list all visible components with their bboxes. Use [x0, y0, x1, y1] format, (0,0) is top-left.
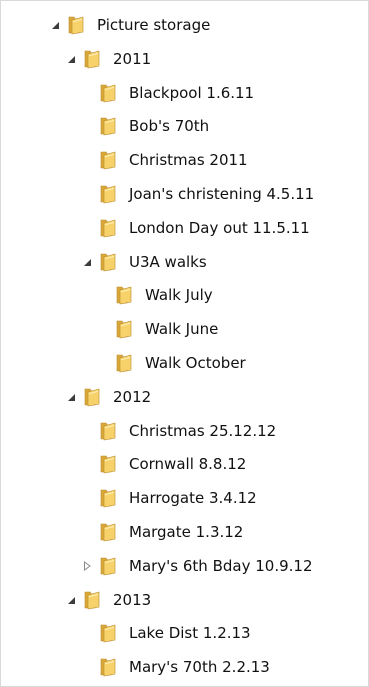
folder-icon — [98, 217, 120, 239]
triangle-down-icon[interactable] — [81, 256, 93, 268]
tree-item[interactable]: Lake Dist 1.2.13 — [81, 618, 251, 648]
folder-icon — [66, 14, 88, 36]
folder-icon — [82, 589, 104, 611]
tree-item-label: Lake Dist 1.2.13 — [129, 624, 251, 643]
folder-icon — [98, 420, 120, 442]
tree-item-label: Mary's 70th 2.2.13 — [129, 658, 270, 677]
toggle-spacer — [97, 357, 109, 369]
toggle-spacer — [81, 492, 93, 504]
tree-item-label: Picture storage — [97, 16, 211, 34]
tree-item[interactable]: London Day out 11.5.11 — [81, 213, 310, 243]
triangle-down-icon[interactable] — [49, 19, 61, 31]
folder-icon — [114, 284, 136, 306]
triangle-down-icon[interactable] — [65, 53, 77, 65]
toggle-spacer — [81, 188, 93, 200]
folder-icon — [98, 251, 120, 273]
folder-icon — [98, 521, 120, 543]
folder-icon — [114, 318, 136, 340]
tree-item-label: Bob's 70th — [129, 117, 210, 136]
tree-item[interactable]: Christmas 2011 — [81, 145, 248, 175]
folder-icon — [98, 82, 120, 104]
toggle-spacer — [81, 458, 93, 470]
folder-icon — [98, 656, 120, 678]
tree-item[interactable]: 2011 — [65, 44, 151, 74]
tree-item-label: Mary's 6th Bday 10.9.12 — [129, 556, 313, 575]
tree-item-label: Cornwall 8.8.12 — [129, 455, 247, 474]
folder-icon — [82, 386, 104, 408]
tree-item[interactable]: Christmas 25.12.12 — [81, 416, 276, 446]
tree-item-label: 2011 — [113, 49, 152, 68]
toggle-spacer — [97, 323, 109, 335]
tree-item[interactable]: Harrogate 3.4.12 — [81, 483, 257, 513]
triangle-down-icon[interactable] — [65, 594, 77, 606]
triangle-down-icon[interactable] — [65, 391, 77, 403]
tree-item-label: Margate 1.3.12 — [129, 523, 244, 541]
toggle-spacer — [81, 425, 93, 437]
toggle-spacer — [81, 154, 93, 166]
tree-item[interactable]: Bob's 70th — [81, 111, 209, 141]
folder-icon — [98, 149, 120, 171]
tree-item-label: 2012 — [113, 387, 152, 406]
tree-item[interactable]: Walk October — [97, 348, 246, 378]
tree-item[interactable]: Joan's christening 4.5.11 — [81, 179, 314, 209]
folder-icon — [98, 622, 120, 644]
folder-tree-panel: Picture storage 2011 Blackpool 1.6.11 Bob's… — [0, 0, 369, 687]
tree-item-label: Blackpool 1.6.11 — [129, 83, 255, 102]
tree-item[interactable]: Margate 1.3.12 — [81, 517, 243, 547]
tree-item-label: Christmas 2011 — [129, 151, 248, 170]
toggle-spacer — [97, 289, 109, 301]
folder-icon — [98, 555, 120, 577]
tree-item-label: Walk June — [145, 320, 219, 339]
folder-icon — [98, 183, 120, 205]
tree-item-label: Joan's christening 4.5.11 — [129, 185, 315, 203]
toggle-spacer — [81, 87, 93, 99]
tree-item[interactable]: Mary's 70th 2.2.13 — [81, 652, 270, 682]
folder-icon — [114, 352, 136, 374]
tree-item[interactable]: Picture storage — [49, 10, 210, 40]
toggle-spacer — [81, 526, 93, 538]
tree-item[interactable]: Walk June — [97, 314, 218, 344]
tree-item-label: Walk October — [145, 354, 246, 372]
tree-item-label: 2013 — [113, 590, 152, 609]
tree-item[interactable]: U3A walks — [81, 247, 207, 277]
folder-icon — [98, 453, 120, 475]
tree-item[interactable]: Cornwall 8.8.12 — [81, 449, 246, 479]
tree-item-label: U3A walks — [129, 252, 207, 271]
tree-item[interactable]: Walk July — [97, 280, 213, 310]
toggle-spacer — [81, 222, 93, 234]
tree-item[interactable]: 2012 — [65, 382, 151, 412]
folder-icon — [98, 487, 120, 509]
triangle-right-icon[interactable] — [81, 560, 93, 572]
toggle-spacer — [81, 627, 93, 639]
tree-item-label: London Day out 11.5.11 — [129, 218, 310, 237]
folder-icon — [82, 48, 104, 70]
tree-item[interactable]: Mary's 6th Bday 10.9.12 — [81, 551, 313, 581]
folder-icon — [98, 115, 120, 137]
tree-item[interactable]: 2013 — [65, 585, 151, 615]
toggle-spacer — [81, 661, 93, 673]
tree-item-label: Christmas 25.12.12 — [129, 421, 277, 440]
tree-item-label: Walk July — [145, 286, 213, 305]
toggle-spacer — [81, 120, 93, 132]
tree-item[interactable]: Blackpool 1.6.11 — [81, 78, 254, 108]
tree-item-label: Harrogate 3.4.12 — [129, 489, 257, 508]
